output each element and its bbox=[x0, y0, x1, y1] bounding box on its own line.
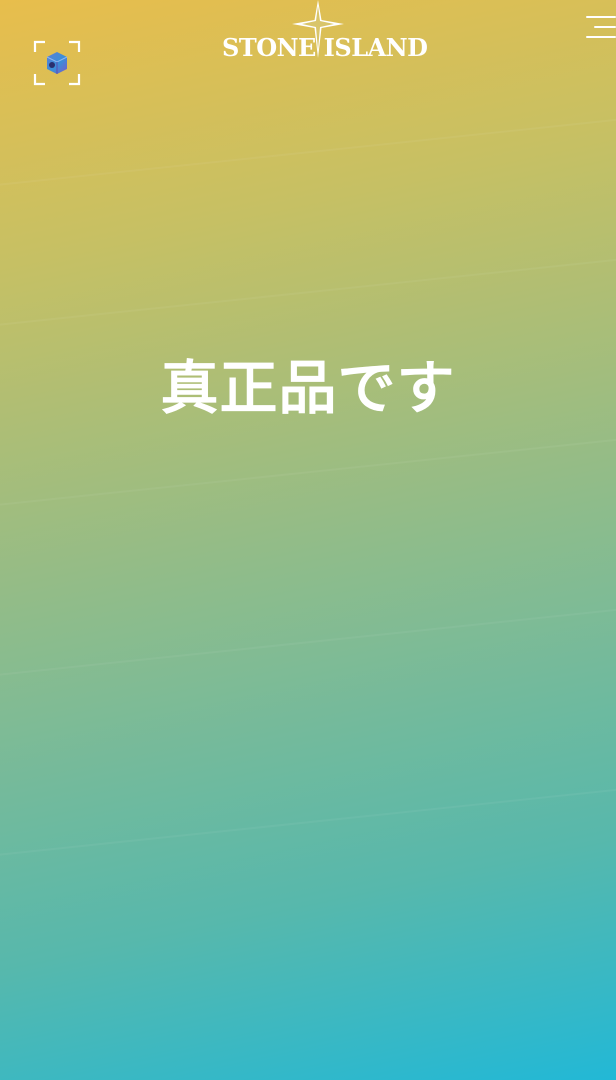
authenticity-result-text: 真正品です bbox=[160, 354, 456, 422]
background-wave bbox=[0, 782, 616, 860]
background-wave bbox=[0, 432, 616, 510]
background-wave bbox=[0, 602, 616, 680]
scan-button[interactable] bbox=[32, 38, 82, 88]
menu-line bbox=[586, 16, 616, 18]
background-wave bbox=[0, 252, 616, 330]
menu-line bbox=[586, 36, 616, 38]
scan-cube-icon bbox=[33, 40, 81, 86]
background-wave bbox=[0, 112, 616, 190]
app-header: STONE ISLAND bbox=[0, 0, 616, 100]
brand-name: STONE ISLAND bbox=[222, 33, 428, 62]
authenticity-result-screen: STONE ISLAND 真正品です bbox=[0, 0, 616, 1080]
menu-button[interactable] bbox=[582, 16, 616, 42]
brand-logo: STONE ISLAND bbox=[222, 0, 428, 70]
menu-line bbox=[594, 26, 616, 28]
